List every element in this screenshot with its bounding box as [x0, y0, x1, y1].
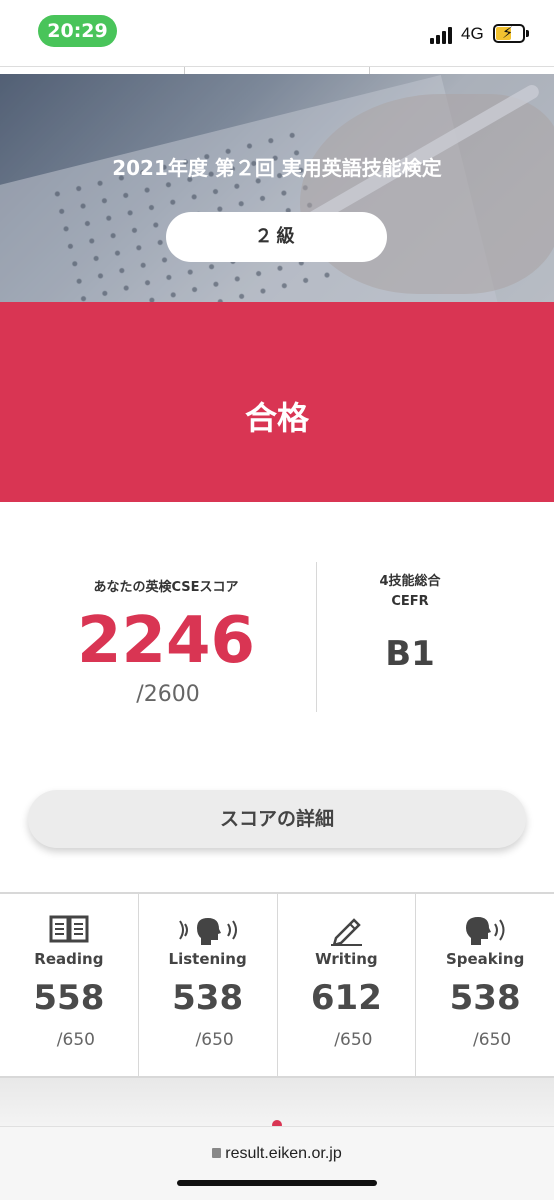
result-status: 合格: [244, 399, 309, 437]
skill-name: Writing: [315, 950, 378, 968]
status-bar: 20:29 4G ⚡: [0, 0, 554, 66]
signal-bars-icon: [430, 26, 456, 44]
battery-charging-icon: ⚡: [493, 23, 525, 43]
home-indicator[interactable]: [177, 1180, 377, 1186]
skill-name: Listening: [168, 950, 247, 968]
network-type: 4G: [461, 24, 484, 43]
skill-speaking: Speaking 538 /650: [416, 894, 554, 1076]
skill-name: Speaking: [445, 950, 525, 968]
score-detail-button[interactable]: スコアの詳細: [28, 790, 526, 848]
book-icon: [0, 914, 138, 948]
speaking-head-icon: [416, 914, 554, 948]
pencil-icon: [278, 914, 416, 948]
cefr-label: 4技能総合 CEFR: [316, 572, 504, 612]
cefr-label-line1: 4技能総合: [379, 574, 441, 589]
skill-max: /650: [473, 1030, 512, 1050]
battery-tip: [526, 30, 529, 37]
skill-name: Reading: [34, 950, 104, 968]
skill-score: 538: [449, 978, 521, 1018]
status-time[interactable]: 20:29: [38, 15, 117, 47]
skill-score: 558: [33, 978, 105, 1018]
skill-max: /650: [56, 1030, 95, 1050]
tab-strip: [0, 66, 554, 75]
cse-score-max: /2600: [136, 682, 200, 707]
skill-max: /650: [195, 1030, 234, 1050]
skill-reading: Reading 558 /650: [0, 894, 139, 1076]
url-text: result.eiken.or.jp: [225, 1145, 342, 1162]
skill-writing: Writing 612 /650: [278, 894, 417, 1076]
skill-score: 612: [310, 978, 382, 1018]
url-display[interactable]: result.eiken.or.jp: [0, 1145, 554, 1163]
skill-max: /650: [334, 1030, 373, 1050]
skill-score: 538: [172, 978, 244, 1018]
grade-badge: ２級: [166, 212, 387, 262]
lock-icon: [212, 1148, 222, 1158]
exam-title: 2021年度 第２回 実用英語技能検定: [112, 156, 442, 180]
cefr-value: B1: [385, 634, 435, 674]
result-band: 合格: [0, 302, 554, 502]
skills-row: Reading 558 /650 Listening 538 /650 Writ…: [0, 892, 554, 1078]
listening-head-icon: [139, 914, 277, 948]
cse-score-label: あなたの英検CSEスコア: [93, 580, 239, 595]
hero-banner: [0, 74, 554, 302]
skill-listening: Listening 538 /650: [139, 894, 278, 1076]
cefr-label-line2: CEFR: [391, 594, 429, 609]
cse-score-value: 2246: [76, 604, 256, 678]
browser-url-bar[interactable]: result.eiken.or.jp: [0, 1126, 554, 1200]
